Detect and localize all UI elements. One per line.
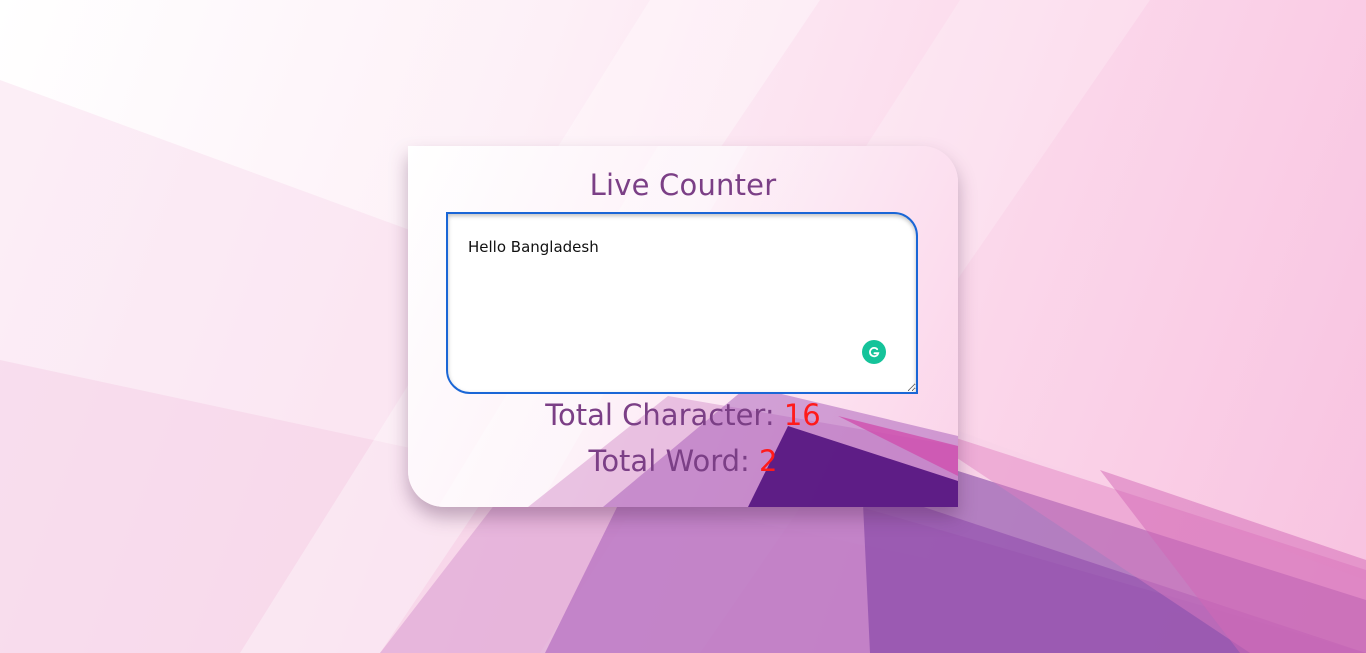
word-count-label: Total Word:: [588, 444, 760, 478]
text-input[interactable]: Hello Bangladesh: [446, 212, 918, 394]
text-input-area: Hello Bangladesh: [446, 212, 918, 394]
character-count-value: 16: [783, 398, 821, 432]
word-count-line: Total Word: 2: [408, 444, 958, 478]
character-count-line: Total Character: 16: [408, 398, 958, 432]
grammarly-glyph: [869, 347, 880, 358]
grammarly-icon[interactable]: [862, 340, 886, 364]
character-count-label: Total Character:: [545, 398, 784, 432]
counter-card: Live Counter Hello Bangladesh Total Char…: [408, 146, 958, 507]
word-count-value: 2: [759, 444, 778, 478]
page-title: Live Counter: [589, 168, 777, 202]
